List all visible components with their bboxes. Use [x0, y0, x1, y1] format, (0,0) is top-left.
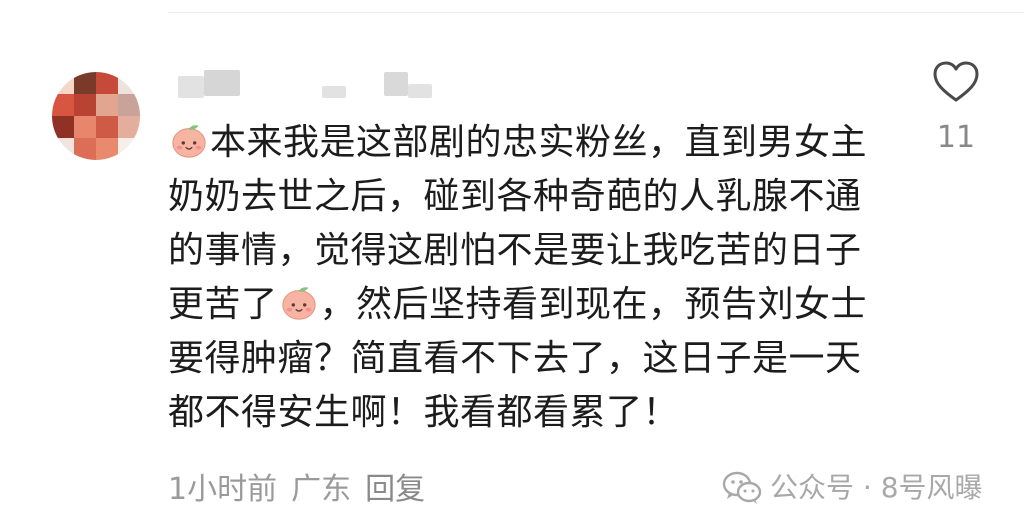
- location: 广东: [291, 472, 352, 507]
- reply-button[interactable]: 回复: [365, 470, 425, 510]
- timestamp: 1小时前: [168, 472, 278, 507]
- comment-text: 本来我是这部剧的忠实粉丝，直到男女主奶奶去世之后，碰到各种奇葩的人乳腺不通的事情…: [168, 116, 888, 440]
- peach-face-emoji-icon: [281, 287, 316, 320]
- peach-face-emoji-icon: [172, 125, 206, 158]
- avatar[interactable]: [52, 72, 140, 160]
- comment-meta: 1小时前 广东 回复: [168, 470, 425, 510]
- watermark: 公众号 · 8号风曝: [722, 468, 983, 508]
- wechat-icon: [722, 471, 762, 504]
- top-divider: [168, 12, 1024, 13]
- like-count: 11: [936, 120, 976, 155]
- like-button[interactable]: 11: [924, 60, 988, 160]
- username-blurred[interactable]: [172, 68, 442, 102]
- watermark-text: 公众号 · 8号风曝: [770, 471, 983, 504]
- heart-outline-icon: [933, 61, 979, 102]
